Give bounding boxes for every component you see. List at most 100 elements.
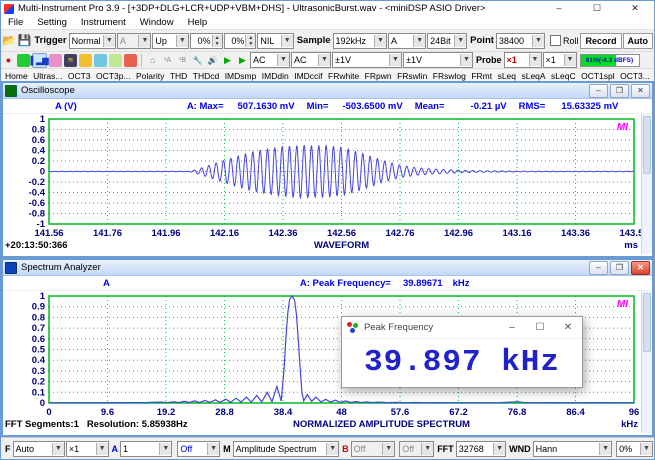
panel-close-icon[interactable]: ✕ (631, 84, 650, 98)
oscilloscope-title-bar[interactable]: Oscilloscope – ❐ ✕ (3, 83, 652, 99)
level-meter-text: 61%(-4.3 dBFS) (581, 55, 639, 66)
record-button[interactable]: Record (580, 33, 621, 49)
preset-item-4[interactable]: Polarity (136, 71, 164, 81)
spectrum-scrollbar[interactable] (641, 291, 652, 433)
calibration-icon[interactable]: 🔧 (191, 54, 204, 67)
window-function-select[interactable]: Hann▼ (533, 441, 612, 457)
preset-item-3[interactable]: OCT3p... (96, 71, 130, 81)
panel-minimize-icon[interactable]: – (589, 84, 608, 98)
oscilloscope-window-icon (5, 85, 17, 97)
panel-restore-icon[interactable]: ❐ (610, 261, 629, 275)
preset-item-10[interactable]: FRwhite (328, 71, 359, 81)
popup-title-bar[interactable]: Peak Frequency – ☐ ✕ (342, 317, 582, 339)
device-test-plan-icon[interactable] (109, 54, 122, 67)
chevron-down-icon: ▼ (138, 35, 150, 47)
preset-item-19[interactable]: OCT3... (620, 71, 650, 81)
preset-item-0[interactable]: Home (5, 71, 28, 81)
preset-item-13[interactable]: FRswlog (433, 71, 466, 81)
save-file-icon[interactable]: 💾 (18, 33, 32, 48)
oscilloscope-scrollbar[interactable] (641, 114, 652, 254)
svg-text:141.76: 141.76 (93, 228, 122, 239)
menu-item-1[interactable]: Setting (30, 17, 74, 28)
data-logger-icon[interactable] (79, 54, 92, 67)
preset-item-15[interactable]: sLeq (498, 71, 516, 81)
trigger-edge-select[interactable]: Up▼ (152, 33, 188, 49)
point-count-select[interactable]: 38400▼ (496, 33, 545, 49)
roll-checkbox[interactable] (550, 35, 561, 46)
overlap-select[interactable]: 0%▼ (616, 441, 653, 457)
svg-text:0.6: 0.6 (32, 135, 45, 146)
fft-size-select[interactable]: 32768▼ (456, 441, 506, 457)
signal-generator-icon[interactable] (94, 54, 107, 67)
spectrum-3d-plot-icon[interactable]: ≋ (64, 54, 77, 67)
range-b-select[interactable]: ±1V▼ (403, 52, 473, 68)
minimize-icon[interactable]: – (540, 1, 578, 16)
preset-item-8[interactable]: IMDdin (262, 71, 289, 81)
probe-a-select[interactable]: ×1▼ (504, 52, 542, 68)
menu-item-4[interactable]: Help (181, 17, 215, 28)
chevron-down-icon: ▼ (640, 443, 652, 455)
record-icon[interactable]: ● (2, 54, 15, 67)
panel-restore-icon[interactable]: ❐ (610, 84, 629, 98)
popup-maximize-icon[interactable]: ☐ (526, 322, 554, 333)
trigger-level-stepper[interactable]: 0%▲▼ (190, 33, 223, 49)
preset-item-7[interactable]: IMDsmp (225, 71, 257, 81)
spectrum-analyzer-icon[interactable]: ▌▂▆ (32, 53, 47, 68)
preset-item-14[interactable]: FRmt (471, 71, 492, 81)
spin-down-icon[interactable]: ▼ (246, 41, 255, 47)
derived-data-icon[interactable] (124, 54, 137, 67)
preset-item-1[interactable]: Ultras... (33, 71, 62, 81)
trigger-delay-stepper[interactable]: 0%▲▼ (224, 33, 257, 49)
toolbar-trigger-sampling: 📂 💾 Trigger Normal▼ A▼ Up▼ 0%▲▼ 0%▲▼ NIL… (1, 30, 654, 52)
popup-close-icon[interactable]: ✕ (554, 322, 582, 333)
sound-output-icon[interactable]: 🔊 (206, 54, 219, 67)
maximize-icon[interactable]: ☐ (578, 1, 616, 16)
preset-item-2[interactable]: OCT3 (68, 71, 91, 81)
preset-item-16[interactable]: sLeqA (521, 71, 545, 81)
range-a-select[interactable]: ±1V▼ (332, 52, 402, 68)
trigger-mode-select[interactable]: Normal▼ (69, 33, 116, 49)
mode-select[interactable]: Amplitude Spectrum▼ (233, 441, 340, 457)
oscilloscope-chart[interactable]: 10.80.60.40.20-0.2-0.4-0.6-0.8-1MI141.56… (3, 114, 642, 254)
preset-item-17[interactable]: sLeqC (551, 71, 576, 81)
menu-item-2[interactable]: Instrument (74, 17, 133, 28)
run-icon[interactable]: ▶ (221, 54, 234, 67)
auto-button[interactable]: Auto (623, 33, 654, 49)
zoom-select[interactable]: ×1▼ (66, 441, 109, 457)
preset-item-5[interactable]: THD (170, 71, 187, 81)
sample-channel-select[interactable]: A▼ (388, 33, 426, 49)
trace-a2-select[interactable]: Off▼ (177, 441, 220, 457)
min-value: -503.6500 mV (342, 101, 402, 112)
multimeter-icon[interactable] (49, 54, 62, 67)
preset-item-6[interactable]: THDcd (193, 71, 219, 81)
preset-item-18[interactable]: OCT1spl (581, 71, 615, 81)
popup-minimize-icon[interactable]: – (498, 322, 526, 333)
oscilloscope-icon[interactable] (17, 54, 30, 67)
frequency-axis-select[interactable]: Auto▼ (13, 441, 65, 457)
sample-rate-select[interactable]: 192kHz▼ (333, 33, 387, 49)
open-file-icon[interactable]: 📂 (2, 33, 16, 48)
coupling-b-select[interactable]: AC▼ (291, 52, 331, 68)
app-icon (4, 4, 14, 14)
preset-item-12[interactable]: FRswlin (397, 71, 427, 81)
peak-frequency-window[interactable]: Peak Frequency – ☐ ✕ 39.897 kHz (341, 316, 583, 388)
trace-a1-select[interactable]: 1▼ (120, 441, 172, 457)
close-icon[interactable]: ✕ (616, 1, 654, 16)
chevron-down-icon: ▼ (159, 443, 171, 455)
panel-close-icon[interactable]: ✕ (631, 261, 650, 275)
run-loop-icon[interactable]: ▶ (236, 54, 249, 67)
bit-depth-select[interactable]: 24Bit▼ (427, 33, 467, 49)
coupling-a-select[interactable]: AC▼ (250, 52, 290, 68)
preset-item-11[interactable]: FRpwn (365, 71, 392, 81)
trigger-hpf-select[interactable]: NIL▼ (257, 33, 293, 49)
probe-b-select[interactable]: ×1▼ (543, 52, 577, 68)
menu-item-3[interactable]: Window (133, 17, 181, 28)
rms-value: 15.63325 mV (561, 101, 618, 112)
spectrum-title-bar[interactable]: Spectrum Analyzer – ❐ ✕ (3, 260, 652, 276)
preset-item-9[interactable]: IMDccif (294, 71, 322, 81)
chevron-down-icon: ▼ (52, 443, 64, 455)
panel-minimize-icon[interactable]: – (589, 261, 608, 275)
spin-down-icon[interactable]: ▼ (213, 41, 222, 47)
bottom-control-bar: F Auto▼ ×1▼ A 1▼ Off▼ M Amplitude Spectr… (1, 437, 654, 459)
menu-item-0[interactable]: File (1, 17, 30, 28)
